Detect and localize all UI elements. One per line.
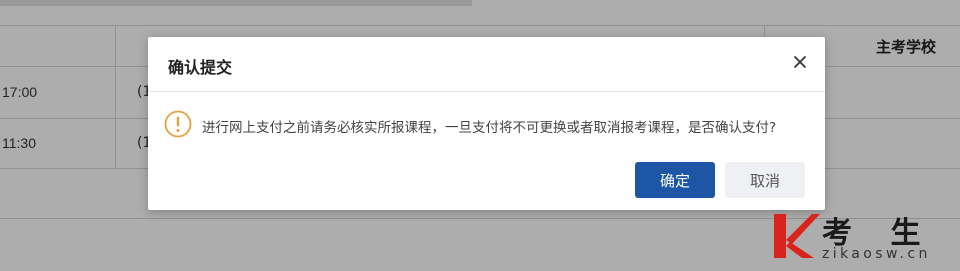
cancel-button[interactable]: 取消 (725, 162, 805, 198)
confirm-dialog: 确认提交 进行网上支付之前请务必核实所报课程，一旦支付将不可更换或者取消报考课程… (148, 37, 825, 210)
confirm-button[interactable]: 确定 (635, 162, 715, 198)
dialog-message: 进行网上支付之前请务必核实所报课程，一旦支付将不可更换或者取消报考课程，是否确认… (202, 120, 777, 136)
dialog-header: 确认提交 (148, 37, 825, 92)
watermark-logo: 考 生 网 zikaosw.cn (772, 208, 960, 268)
watermark-url: zikaosw.cn (822, 246, 931, 262)
close-button[interactable] (789, 51, 811, 73)
dialog-title: 确认提交 (168, 58, 233, 77)
close-icon (794, 56, 806, 68)
k-logo-icon (774, 214, 820, 258)
warning-icon (164, 110, 192, 138)
